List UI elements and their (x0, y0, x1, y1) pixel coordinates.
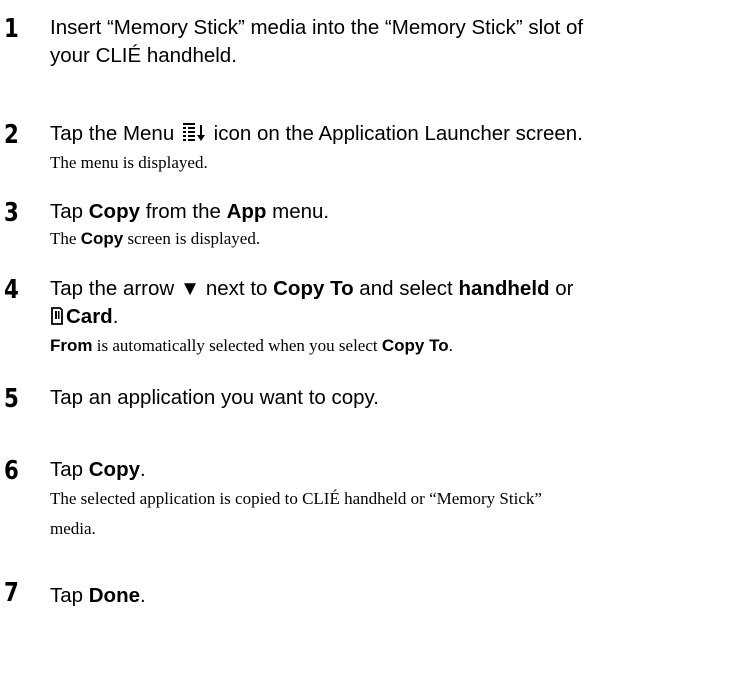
step-instruction: Insert “Memory Stick” media into the “Me… (50, 16, 584, 67)
step-number: 7 (4, 578, 19, 608)
step-number: 3 (4, 198, 19, 228)
step-number: 5 (4, 384, 19, 414)
step-instruction: Tap Done. (50, 584, 146, 607)
step-instruction: Tap an application you want to copy. (50, 386, 379, 409)
step-instruction: Tap Copy from the App menu. (50, 200, 330, 223)
step-instruction: Tap the arrow ▼ next to Copy To and sele… (50, 275, 747, 333)
step-result: The menu is displayed. (50, 153, 208, 172)
step-number: 1 (4, 14, 19, 44)
step-number: 2 (4, 120, 19, 150)
step-number: 6 (4, 456, 19, 486)
menu-icon (182, 122, 206, 150)
step-result: The Copy screen is displayed. (50, 229, 261, 248)
step-instruction: Tap the Menu icon on the Application Lau… (50, 120, 747, 150)
step-instruction: Tap Copy. (50, 458, 146, 481)
step-result: The selected application is copied to CL… (50, 489, 542, 538)
step-number: 4 (4, 275, 19, 305)
step-result: From is automatically selected when you … (50, 336, 453, 355)
memory-stick-card-icon (50, 305, 64, 333)
